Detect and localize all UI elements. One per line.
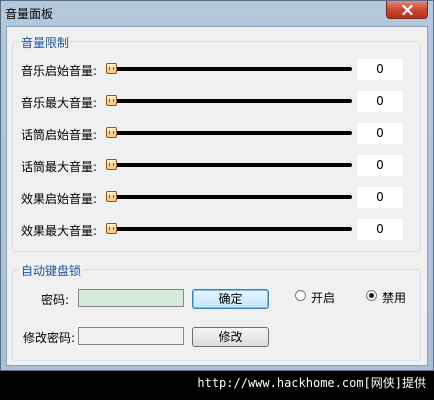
effect-start-volume-value: 0 bbox=[357, 187, 403, 208]
music-max-volume-thumb[interactable] bbox=[106, 95, 117, 106]
mic-max-volume-thumb[interactable] bbox=[106, 159, 117, 170]
music-max-volume-label: 音乐最大音量: bbox=[21, 96, 98, 110]
volume-limits-title: 音量限制 bbox=[19, 34, 72, 51]
effect-start-volume-track[interactable] bbox=[106, 195, 352, 199]
mic-start-volume-track[interactable] bbox=[106, 131, 352, 135]
effect-start-volume-label: 效果启始音量: bbox=[21, 192, 98, 206]
close-icon bbox=[401, 4, 413, 15]
effect-max-volume-label: 效果最大音量: bbox=[21, 224, 98, 238]
modify-button[interactable]: 修改 bbox=[192, 327, 269, 347]
effect-start-volume-thumb[interactable] bbox=[106, 191, 117, 202]
mic-max-volume-value: 0 bbox=[357, 155, 403, 176]
watermark-text: http://www.hackhome.com[网侠]提供 bbox=[197, 376, 426, 390]
panel-content: 音量限制 音乐启始音量: 0 音乐最大音量: 0 话筒启始音量: 0 话筒最大音… bbox=[6, 26, 428, 366]
music-max-volume-track[interactable] bbox=[106, 99, 352, 103]
mic-start-volume-thumb[interactable] bbox=[106, 127, 117, 138]
enable-radio-label[interactable]: 开启 bbox=[311, 289, 335, 306]
effect-max-volume-value: 0 bbox=[357, 219, 403, 240]
music-max-volume-value: 0 bbox=[357, 91, 403, 112]
password-label: 密码: bbox=[41, 293, 70, 307]
enable-radio[interactable] bbox=[295, 290, 306, 301]
close-button[interactable] bbox=[386, 1, 428, 19]
effect-max-volume-track[interactable] bbox=[106, 227, 352, 231]
window-title: 音量面板 bbox=[5, 7, 54, 21]
password-input[interactable] bbox=[78, 289, 184, 307]
music-start-volume-value: 0 bbox=[357, 59, 403, 80]
title-bar[interactable]: 音量面板 bbox=[1, 1, 433, 23]
keyboard-lock-title: 自动键盘锁 bbox=[19, 262, 84, 279]
mic-max-volume-label: 话筒最大音量: bbox=[21, 160, 98, 174]
keyboard-lock-group bbox=[12, 269, 421, 361]
effect-max-volume-thumb[interactable] bbox=[106, 223, 117, 234]
mic-start-volume-value: 0 bbox=[357, 123, 403, 144]
change-password-input[interactable] bbox=[78, 327, 184, 345]
confirm-button[interactable]: 确定 bbox=[192, 289, 269, 309]
music-start-volume-thumb[interactable] bbox=[106, 63, 117, 74]
volume-panel-window: 音量面板 音量限制 音乐启始音量: 0 音乐最大音量: 0 话筒启始音量: 0 … bbox=[0, 0, 434, 371]
mic-max-volume-track[interactable] bbox=[106, 163, 352, 167]
watermark-bar: http://www.hackhome.com[网侠]提供 bbox=[0, 371, 434, 400]
mic-start-volume-label: 话筒启始音量: bbox=[21, 128, 98, 142]
disable-radio-label[interactable]: 禁用 bbox=[382, 289, 406, 306]
music-start-volume-label: 音乐启始音量: bbox=[21, 64, 98, 78]
disable-radio[interactable] bbox=[366, 290, 377, 301]
change-password-label: 修改密码: bbox=[23, 331, 76, 345]
music-start-volume-track[interactable] bbox=[106, 67, 352, 71]
